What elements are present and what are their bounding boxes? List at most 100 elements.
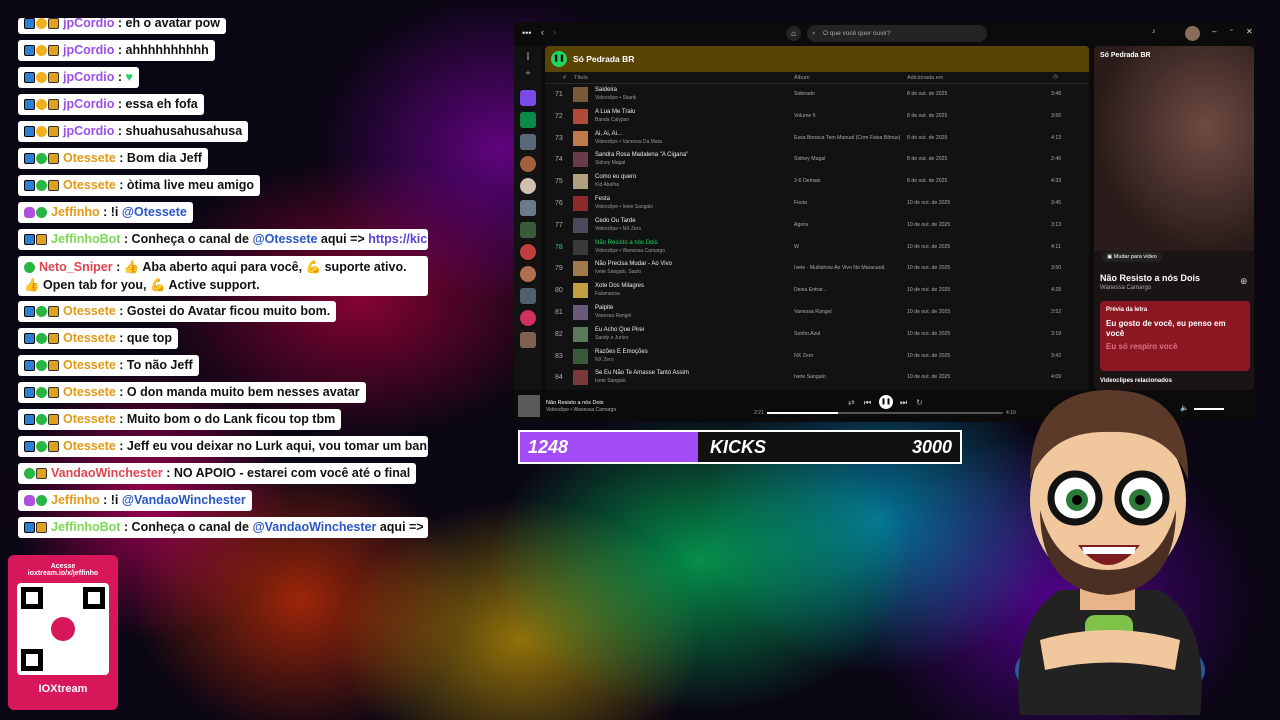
- track-row[interactable]: 75 Como eu quero Kid Abelha 2-6 Demais 8 de …: [545, 171, 1089, 193]
- track-artist[interactable]: Sidney Magal: [595, 160, 625, 166]
- track-artist[interactable]: Videoclipe • Vanessa Da Mata: [595, 139, 662, 145]
- track-artist[interactable]: Falamansa: [595, 291, 620, 297]
- lyrics-preview[interactable]: Prévia da letra Eu gosto de você, eu pen…: [1100, 301, 1250, 371]
- track-album[interactable]: Volume 6: [794, 113, 904, 119]
- track-title[interactable]: Não Precisa Mudar - Ao Vivo: [595, 261, 672, 267]
- forward-icon[interactable]: ›: [553, 27, 556, 37]
- track-title[interactable]: Como eu quero: [595, 174, 636, 180]
- minimize-icon[interactable]: –: [1212, 27, 1216, 36]
- chat-username[interactable]: jpCordio: [63, 18, 114, 30]
- saved-episodes-icon[interactable]: [520, 112, 536, 128]
- track-album[interactable]: Deixa Entrar...: [794, 287, 904, 293]
- maximize-icon[interactable]: ▫: [1230, 27, 1232, 34]
- chat-mention[interactable]: @VandaoWinchester: [122, 493, 246, 507]
- player-artist[interactable]: Videoclipe • Wanessa Camargo: [546, 407, 616, 413]
- track-artist[interactable]: Videoclipe • Skank: [595, 95, 636, 101]
- shuffle-icon[interactable]: ⇄: [848, 398, 855, 407]
- chat-username[interactable]: JeffinhoBot: [51, 520, 120, 534]
- track-album[interactable]: Sonho Azul: [794, 331, 904, 337]
- switch-video-button[interactable]: ▣ Mudar para vídeo: [1102, 252, 1162, 262]
- chat-username[interactable]: Otessete: [63, 358, 116, 372]
- plus-icon[interactable]: +: [520, 68, 536, 84]
- player-song[interactable]: Não Resisto a nós Dois: [546, 400, 603, 406]
- track-title[interactable]: Festa: [595, 196, 610, 202]
- rail-item[interactable]: [520, 244, 536, 260]
- track-album[interactable]: Essa Boneca Tem Manual (Com Faixa Bônus): [794, 135, 904, 141]
- play-pause-button[interactable]: ❚❚: [879, 395, 893, 409]
- track-title[interactable]: Sandra Rosa Madalena "A Cigana": [595, 152, 688, 158]
- rail-item[interactable]: [520, 134, 536, 150]
- chat-username[interactable]: Otessete: [63, 178, 116, 192]
- track-album[interactable]: Agora: [794, 222, 904, 228]
- track-row[interactable]: 83 Razões E Emoções NX Zero NX Zero 10 de ou…: [545, 346, 1089, 368]
- track-title[interactable]: Saideira: [595, 87, 617, 93]
- track-title[interactable]: A Lua Me Traiu: [595, 109, 635, 115]
- track-artist[interactable]: Vanessa Rangel: [595, 313, 631, 319]
- track-title[interactable]: Palpite: [595, 305, 613, 311]
- chat-username[interactable]: jpCordio: [63, 97, 114, 111]
- chat-username[interactable]: jpCordio: [63, 70, 114, 84]
- back-icon[interactable]: ‹: [541, 27, 544, 37]
- track-title[interactable]: Ai, Ai, Ai...: [595, 131, 622, 137]
- chat-link[interactable]: https://kick.c: [368, 232, 428, 246]
- bell-icon[interactable]: ♪: [1152, 28, 1156, 35]
- repeat-icon[interactable]: ↻: [916, 398, 923, 407]
- progress-bar[interactable]: [767, 412, 1003, 414]
- chat-username[interactable]: Neto_Sniper: [39, 260, 113, 274]
- track-album[interactable]: Ivete - Multishow Ao Vivo No Maracanã: [794, 265, 904, 271]
- col-added[interactable]: Adicionada em: [907, 75, 943, 81]
- track-album[interactable]: Siderado: [794, 91, 904, 97]
- track-album[interactable]: Festa: [794, 200, 904, 206]
- chat-username[interactable]: Jeffinho: [51, 493, 100, 507]
- track-title[interactable]: Se Eu Não Te Amasse Tanto Assim: [595, 370, 689, 376]
- chat-username[interactable]: jpCordio: [63, 124, 114, 138]
- track-row[interactable]: 80 Xote Dos Milagres Falamansa Deixa Entrar…: [545, 280, 1089, 302]
- rail-item[interactable]: [520, 200, 536, 216]
- track-artist[interactable]: Ivete Sangalo, Saulo: [595, 269, 641, 275]
- track-title[interactable]: Xote Dos Milagres: [595, 283, 644, 289]
- track-row[interactable]: 71 Saideira Videoclipe • Skank Siderado 8 de…: [545, 84, 1089, 106]
- search-input[interactable]: ⌕ O que você quer ouvir?: [807, 25, 987, 42]
- add-icon[interactable]: ⊕: [1240, 276, 1248, 287]
- previous-icon[interactable]: ⏮: [864, 398, 871, 408]
- rail-item[interactable]: [520, 288, 536, 304]
- track-artist[interactable]: Banda Calypso: [595, 117, 629, 123]
- avatar[interactable]: [1185, 26, 1200, 41]
- rail-item[interactable]: [520, 266, 536, 282]
- track-row[interactable]: 82 Eu Acho Que Pirei Sandy e Junior Sonho A…: [545, 324, 1089, 346]
- track-album[interactable]: Sidney Magal: [794, 156, 904, 162]
- chat-username[interactable]: jpCordio: [63, 43, 114, 57]
- track-title[interactable]: Eu Acho Que Pirei: [595, 327, 644, 333]
- track-artist[interactable]: Videoclipe • NX Zero: [595, 226, 641, 232]
- track-album[interactable]: NX Zero: [794, 353, 904, 359]
- chat-username[interactable]: Otessete: [63, 331, 116, 345]
- chat-username[interactable]: Jeffinho: [51, 205, 100, 219]
- track-album[interactable]: Ivete Sangalo: [794, 374, 904, 380]
- track-row[interactable]: 73 Ai, Ai, Ai... Videoclipe • Vanessa Da M…: [545, 128, 1089, 150]
- chat-username[interactable]: Otessete: [63, 385, 116, 399]
- chat-mention[interactable]: @Otessete: [252, 232, 317, 246]
- rail-item[interactable]: [520, 178, 536, 194]
- track-album[interactable]: 2-6 Demais: [794, 178, 904, 184]
- track-row[interactable]: 79 Não Precisa Mudar - Ao Vivo Ivete Sanga…: [545, 258, 1089, 280]
- rail-item[interactable]: [520, 156, 536, 172]
- track-row[interactable]: 74 Sandra Rosa Madalena "A Cigana" Sidney …: [545, 149, 1089, 171]
- track-artist[interactable]: Videoclipe • Wanessa Camargo: [595, 248, 665, 254]
- rail-item[interactable]: [520, 310, 536, 326]
- track-artist[interactable]: Videoclipe • Ivete Sangalo: [595, 204, 653, 210]
- close-icon[interactable]: ✕: [1246, 27, 1253, 36]
- pause-button[interactable]: ❚❚: [551, 51, 567, 67]
- chat-username[interactable]: Otessete: [63, 439, 116, 453]
- track-album[interactable]: W: [794, 244, 904, 250]
- track-artist[interactable]: Kid Abelha: [595, 182, 619, 188]
- col-album[interactable]: Álbum: [794, 75, 810, 81]
- liked-songs-icon[interactable]: [520, 90, 536, 106]
- library-icon[interactable]: ⫿: [520, 52, 536, 68]
- chat-username[interactable]: VandaoWinchester: [51, 466, 163, 480]
- chat-mention[interactable]: @Otessete: [122, 205, 187, 219]
- track-title[interactable]: Não Resisto a nós Dois: [595, 240, 658, 246]
- track-album[interactable]: Vanessa Rangel: [794, 309, 904, 315]
- col-title[interactable]: Título: [574, 75, 588, 81]
- track-title[interactable]: Razões E Emoções: [595, 349, 648, 355]
- track-artist[interactable]: Sandy e Junior: [595, 335, 628, 341]
